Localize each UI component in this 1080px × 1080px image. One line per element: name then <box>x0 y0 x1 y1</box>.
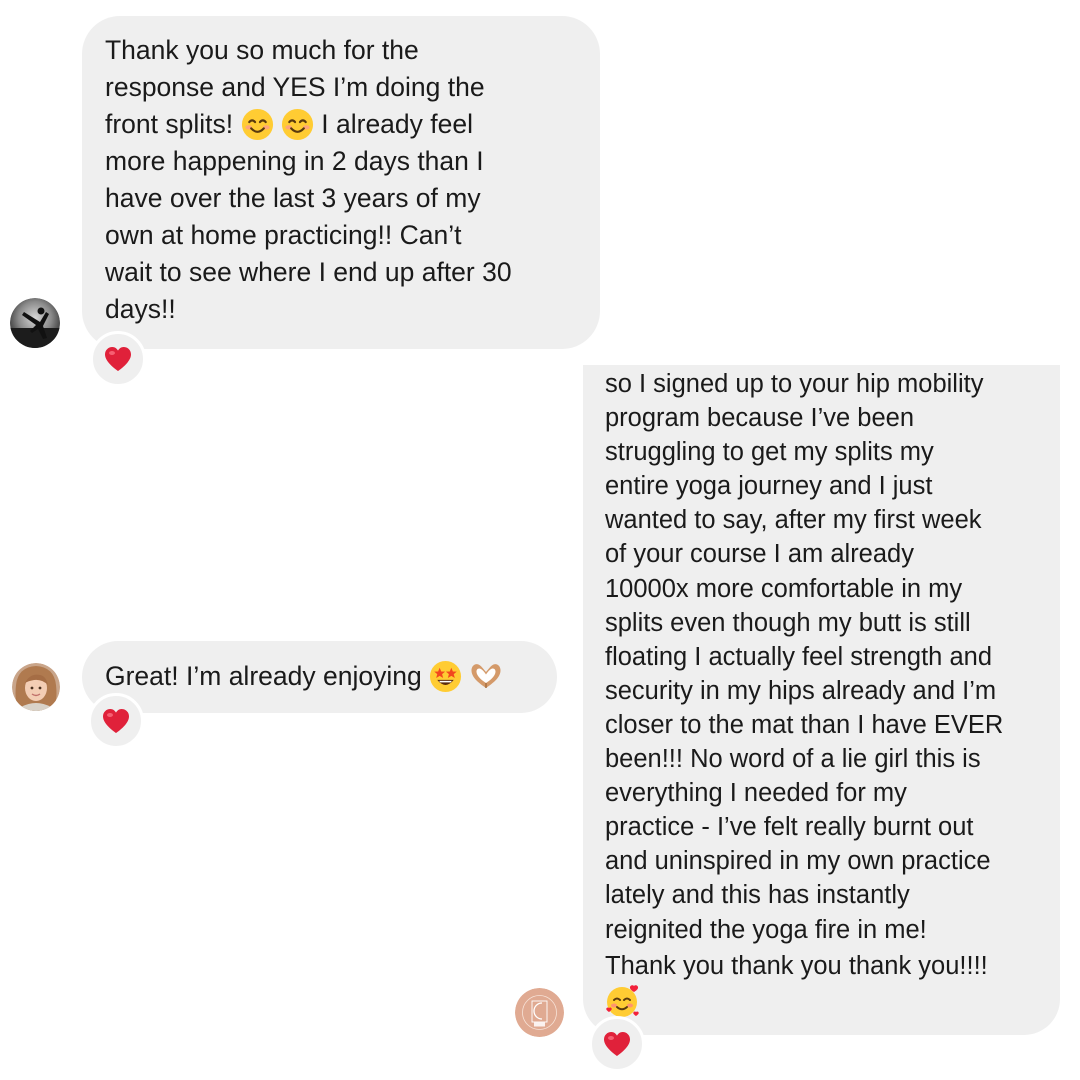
smiling-face-with-hearts-icon <box>605 984 641 1018</box>
message-text: lately and this has instantly <box>605 881 910 910</box>
message-text: reignited the yoga fire in me! <box>605 915 927 944</box>
message-bubble[interactable]: so I signed up to your hip mobility prog… <box>583 365 1060 1035</box>
star-struck-face-icon <box>429 660 462 693</box>
message-text: response and YES I’m doing the <box>105 72 485 102</box>
message-bubble[interactable]: Thank you so much for the response and Y… <box>82 16 600 349</box>
message-text: 10000x more comfortable in my <box>605 574 963 603</box>
heart-reaction[interactable] <box>589 1016 645 1072</box>
smiling-face-with-smiling-eyes-icon <box>281 108 314 141</box>
message-bubble[interactable]: Great! I’m already enjoying <box>82 641 557 713</box>
heart-reaction[interactable] <box>90 331 146 387</box>
message-text: so I signed up to your hip mobility <box>605 370 984 398</box>
sender-avatar[interactable] <box>515 988 564 1037</box>
message-text: floating I actually feel strength and <box>605 642 992 671</box>
message-text: security in my hips already and I’m <box>605 676 997 705</box>
message-text: wanted to say, after my first week <box>605 506 982 535</box>
message-text: days!! <box>105 294 176 324</box>
sender-avatar[interactable] <box>10 298 60 348</box>
message-text: I already feel <box>321 109 473 139</box>
red-heart-icon <box>105 347 131 371</box>
message-text: closer to the mat than I have EVER <box>605 710 1004 739</box>
message-text: entire yoga journey and I just <box>605 472 933 501</box>
message-text: Thank you thank you thank you!!!! <box>605 951 988 980</box>
message-text: have over the last 3 years of my <box>105 183 481 213</box>
message-text: Thank you so much for the <box>105 35 419 65</box>
red-heart-icon <box>103 709 129 733</box>
message-text: and uninspired in my own practice <box>605 847 991 876</box>
cropped-text-fragment <box>605 353 985 365</box>
red-heart-icon <box>604 1032 630 1056</box>
message-text: been!!! No word of a lie girl this is <box>605 745 981 774</box>
message-text: everything I needed for my <box>605 779 907 808</box>
sender-avatar[interactable] <box>12 663 60 711</box>
message-text: program because I’ve been <box>605 404 915 433</box>
message-text: splits even though my butt is still <box>605 608 971 637</box>
message-text: practice - I’ve felt really burnt out <box>605 813 974 842</box>
message-text: Great! I’m already enjoying <box>105 661 422 691</box>
heart-hands-icon <box>469 661 503 691</box>
message-text: more happening in 2 days than I <box>105 146 484 176</box>
message-text: wait to see where I end up after 30 <box>105 257 512 287</box>
message-text: of your course I am already <box>605 540 914 569</box>
smiling-face-with-smiling-eyes-icon <box>241 108 274 141</box>
message-text: front splits! <box>105 109 234 139</box>
message-text: struggling to get my splits my <box>605 438 934 467</box>
heart-reaction[interactable] <box>88 693 144 749</box>
message-text: own at home practicing!! Can’t <box>105 220 462 250</box>
